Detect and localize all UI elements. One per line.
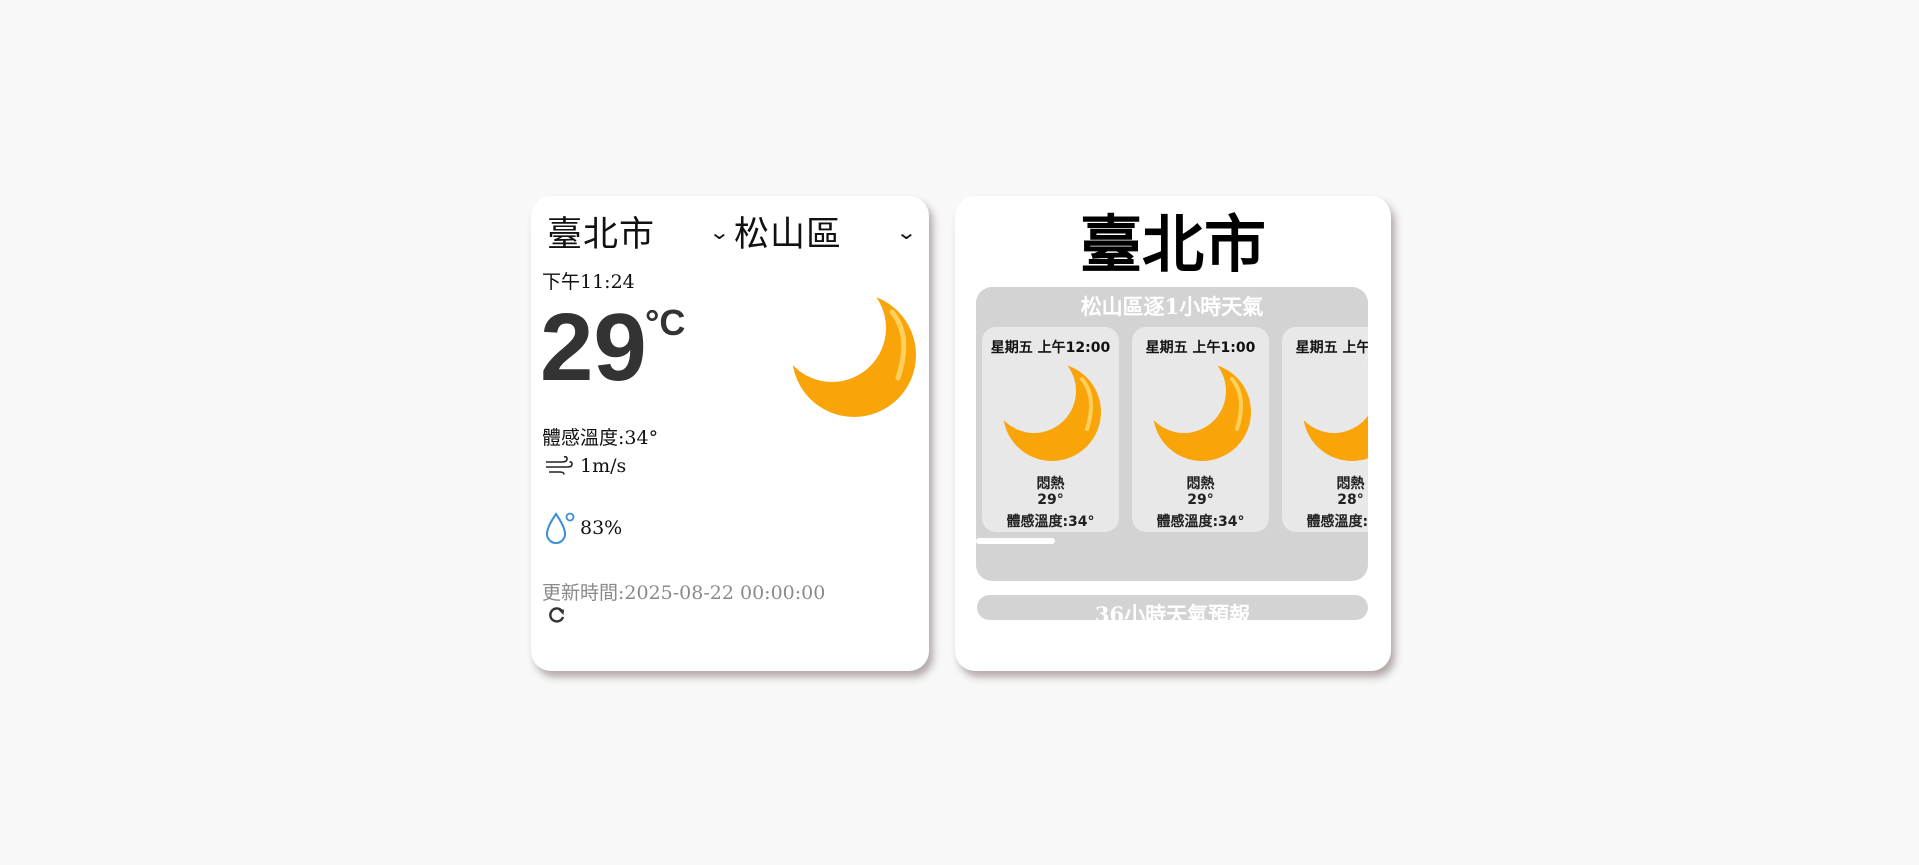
city-title: 臺北市 [1079, 208, 1266, 281]
water-drop-icon [545, 512, 575, 544]
hour-card-description: 悶熱 [1336, 476, 1365, 492]
horizontal-scrollbar[interactable] [976, 538, 1055, 544]
district-select[interactable]: 松山區 [734, 208, 843, 255]
hour-card: 星期五 上午2:00 悶熱 28° 體感溫度:34° [1282, 327, 1368, 532]
hour-card-temperature: 28° [1337, 492, 1364, 508]
hour-card-time: 星期五 上午12:00 [990, 340, 1111, 356]
current-time: 下午11:24 [542, 271, 635, 293]
wind-icon [546, 456, 573, 475]
refresh-icon[interactable] [547, 605, 567, 625]
hour-card-temperature: 29° [1037, 492, 1064, 508]
hour-card: 星期五 上午1:00 悶熱 29° 體感溫度:34° [1132, 327, 1269, 532]
forecast-36h-title: 36小時天氣預報 [1094, 602, 1251, 620]
moon-icon [1303, 363, 1368, 461]
hour-card-feels-like: 體感溫度:34° [1156, 514, 1245, 530]
city-select-chevron-icon[interactable]: ⌄ [708, 220, 730, 244]
hour-card: 星期五 上午12:00 悶熱 29° 體感溫度:34° [982, 327, 1119, 532]
hourly-forecast-panel[interactable]: 松山區逐1小時天氣 星期五 上午12:00 悶熱 29° 體感溫度:34° 星期… [976, 287, 1368, 581]
hour-card-time: 星期五 上午1:00 [1145, 340, 1256, 356]
hour-card-feels-like: 體感溫度:34° [1306, 514, 1368, 530]
district-select-value: 松山區 [734, 214, 843, 255]
temperature-unit: °C [645, 302, 686, 343]
humidity-row: 83% [544, 511, 622, 545]
moon-icon [1153, 363, 1251, 461]
humidity-value: 83% [580, 517, 623, 539]
wind-row: 1m/s [544, 455, 626, 477]
hour-card-description: 悶熱 [1036, 476, 1065, 492]
wind-speed: 1m/s [580, 455, 627, 477]
moon-icon [792, 293, 916, 417]
city-select[interactable]: 臺北市 [547, 208, 656, 255]
moon-icon [1003, 363, 1101, 461]
updated-time: 更新時間:2025-08-22 00:00:00 [542, 582, 826, 604]
hourly-forecast-title: 松山區逐1小時天氣 [1080, 294, 1264, 319]
forecast-36h-panel[interactable]: 36小時天氣預報 [977, 595, 1368, 620]
hour-card-time: 星期五 上午2:00 [1295, 340, 1368, 356]
feels-like-temperature: 體感溫度:34° [542, 427, 659, 449]
district-select-chevron-icon[interactable]: ⌄ [895, 220, 917, 244]
city-select-value: 臺北市 [547, 214, 656, 255]
hour-card-temperature: 29° [1187, 492, 1214, 508]
current-temperature: 29 [540, 294, 647, 401]
hour-card-feels-like: 體感溫度:34° [1006, 514, 1095, 530]
hour-card-description: 悶熱 [1186, 476, 1215, 492]
